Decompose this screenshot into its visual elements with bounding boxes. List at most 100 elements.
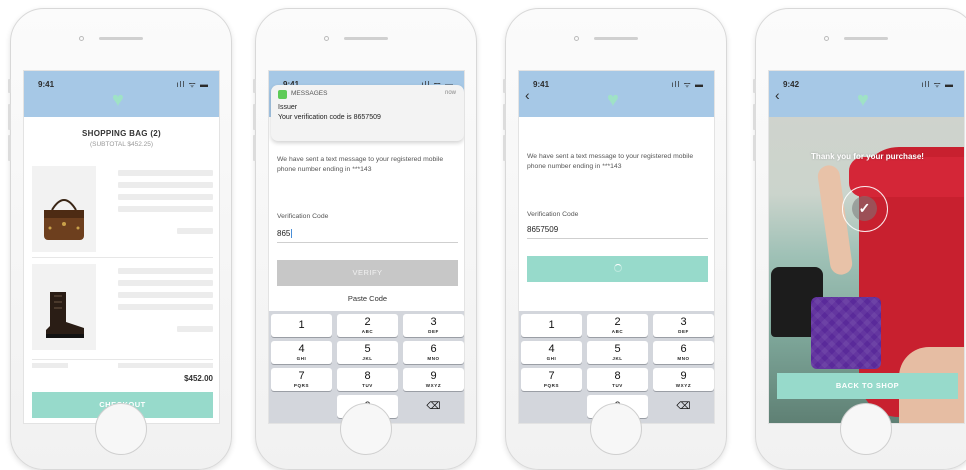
volume-up-button	[753, 104, 756, 130]
backspace-icon: ⌫	[676, 401, 691, 412]
notification-app-name: MESSAGES	[291, 90, 328, 97]
key-1[interactable]: 1	[271, 314, 332, 337]
handbag-icon	[44, 199, 84, 240]
success-ring: ✓	[842, 186, 888, 232]
speaker	[594, 37, 638, 40]
signal-wifi-battery-icon: ıll ᯤ ▬	[176, 80, 209, 89]
cart-item[interactable]	[32, 264, 213, 350]
screen-verification-entry: 9:41 ıll ᯤ ▬ MESSAGES now Issuer Your ve…	[268, 70, 465, 424]
mute-switch	[753, 79, 756, 93]
speaker	[844, 37, 888, 40]
key-3[interactable]: 3 DEF	[653, 314, 714, 337]
placeholder-line	[118, 194, 213, 200]
instruction-text: We have sent a text message to your regi…	[527, 153, 694, 170]
key-9[interactable]: 9 WXYZ	[653, 368, 714, 391]
placeholder-line	[32, 363, 68, 368]
placeholder-line	[177, 228, 213, 234]
key-7[interactable]: 7 PQRS	[271, 368, 332, 391]
status-time: 9:41	[533, 80, 550, 89]
verification-code-label: Verification Code	[527, 211, 579, 218]
placeholder-line	[118, 304, 213, 310]
placeholder-line	[118, 268, 213, 274]
thank-you-message: Thank you for your purchase!	[811, 152, 924, 161]
cart-item[interactable]	[32, 166, 213, 252]
backspace-key[interactable]: ⌫	[653, 395, 714, 418]
mute-switch	[253, 79, 256, 93]
camera	[324, 36, 329, 41]
messages-app-icon	[278, 90, 287, 99]
key-8[interactable]: 8 TUV	[587, 368, 648, 391]
heart-logo-icon: ♥	[607, 89, 619, 111]
volume-down-button	[8, 135, 11, 161]
notification-time: now	[444, 90, 456, 96]
placeholder-line	[118, 280, 213, 286]
product-thumbnail[interactable]	[32, 166, 96, 252]
volume-up-button	[8, 104, 11, 130]
mute-switch	[503, 79, 506, 93]
home-button[interactable]	[590, 403, 642, 455]
placeholder-line	[177, 326, 213, 332]
status-time: 9:42	[783, 80, 800, 89]
phone-verifying: 9:41 ıll ᯤ ▬ ‹ ♥ We have sent a text mes…	[503, 8, 727, 470]
key-5[interactable]: 5 JKL	[587, 341, 648, 364]
status-time: 9:41	[38, 80, 55, 89]
notification-message: Your verification code is 8657509	[278, 114, 381, 121]
phone-shopping-bag: 9:41 ıll ᯤ ▬ ♥ SHOPPING BAG (2) (SUBTOTA…	[8, 8, 232, 470]
text-caret	[291, 229, 293, 239]
key-4[interactable]: 4 GHI	[521, 341, 582, 364]
verification-code-input[interactable]: 865	[277, 229, 293, 239]
camera	[574, 36, 579, 41]
volume-down-button	[503, 135, 506, 161]
back-to-shop-button[interactable]: BACK TO SHOP	[777, 373, 958, 399]
screen-shopping-bag: 9:41 ıll ᯤ ▬ ♥ SHOPPING BAG (2) (SUBTOTA…	[23, 70, 220, 424]
key-5[interactable]: 5 JKL	[337, 341, 398, 364]
total-price: $452.00	[184, 374, 213, 383]
mockup-stage: 9:41 ıll ᯤ ▬ ♥ SHOPPING BAG (2) (SUBTOTA…	[0, 0, 966, 470]
status-bar: 9:41 ıll ᯤ ▬ ‹ ♥	[519, 71, 714, 117]
backspace-icon: ⌫	[426, 401, 441, 412]
back-arrow-icon[interactable]: ‹	[525, 85, 530, 105]
status-bar: 9:41 ıll ᯤ ▬ ♥	[24, 71, 219, 117]
backspace-key[interactable]: ⌫	[403, 395, 464, 418]
key-2[interactable]: 2 ABC	[337, 314, 398, 337]
divider	[32, 257, 213, 258]
paste-code-button[interactable]: Paste Code	[269, 294, 464, 303]
key-7[interactable]: 7 PQRS	[521, 368, 582, 391]
phone-verification-entry: 9:41 ıll ᯤ ▬ MESSAGES now Issuer Your ve…	[253, 8, 477, 470]
speaker	[99, 37, 143, 40]
verification-code-input[interactable]: 8657509	[527, 225, 558, 234]
back-arrow-icon[interactable]: ‹	[775, 85, 780, 105]
signal-wifi-battery-icon: ıll ᯤ ▬	[921, 80, 954, 89]
home-button[interactable]	[95, 403, 147, 455]
key-6[interactable]: 6 MNO	[403, 341, 464, 364]
verify-button-loading[interactable]	[527, 256, 708, 282]
page-title: SHOPPING BAG (2)	[81, 129, 162, 138]
verification-code-value: 865	[277, 229, 291, 238]
checkmark-icon: ✓	[852, 196, 877, 221]
signal-wifi-battery-icon: ıll ᯤ ▬	[671, 80, 704, 89]
photo-purple-handbag	[811, 297, 881, 369]
loading-spinner-icon	[614, 264, 622, 272]
volume-down-button	[753, 135, 756, 161]
key-2[interactable]: 2 ABC	[587, 314, 648, 337]
heart-logo-icon: ♥	[112, 89, 124, 111]
instruction-text: We have sent a text message to your regi…	[277, 156, 444, 173]
heart-logo-icon: ♥	[857, 89, 869, 111]
home-button[interactable]	[340, 403, 392, 455]
verification-code-label: Verification Code	[277, 213, 329, 220]
volume-up-button	[503, 104, 506, 130]
placeholder-line	[118, 363, 213, 368]
home-button[interactable]	[840, 403, 892, 455]
key-9[interactable]: 9 WXYZ	[403, 368, 464, 391]
verify-button[interactable]: VERIFY	[277, 260, 458, 286]
boot-icon	[46, 292, 84, 338]
product-thumbnail[interactable]	[32, 264, 96, 350]
key-6[interactable]: 6 MNO	[653, 341, 714, 364]
key-8[interactable]: 8 TUV	[337, 368, 398, 391]
key-1[interactable]: 1	[521, 314, 582, 337]
key-4[interactable]: 4 GHI	[271, 341, 332, 364]
key-3[interactable]: 3 DEF	[403, 314, 464, 337]
screen-confirmation: 9:42 ıll ᯤ ▬ ‹ ♥ Thank you for your purc…	[768, 70, 965, 424]
volume-down-button	[253, 135, 256, 161]
sms-notification[interactable]: MESSAGES now Issuer Your verification co…	[271, 85, 464, 141]
